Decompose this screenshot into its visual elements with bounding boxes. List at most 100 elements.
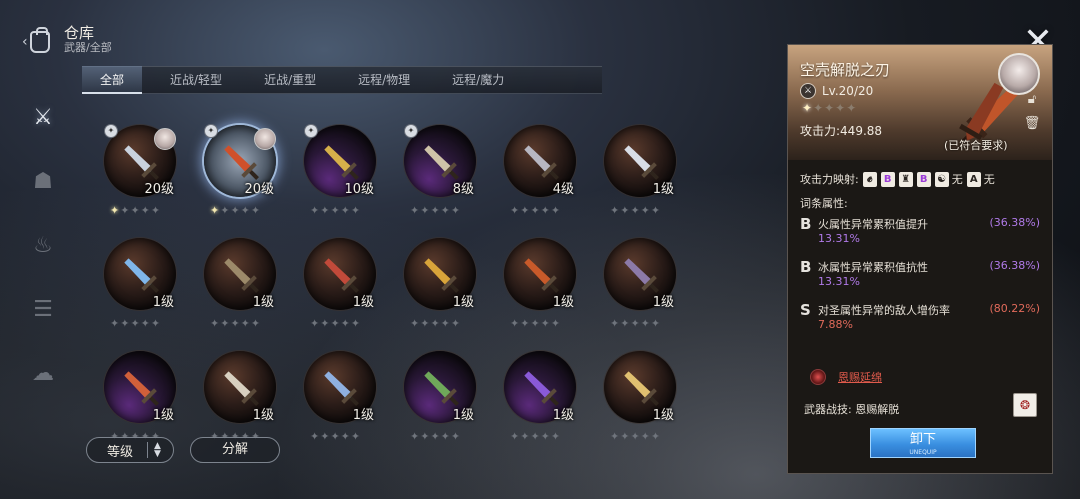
star-empty-icon: ✦ <box>450 204 462 217</box>
grade-b: B <box>916 171 931 187</box>
star-empty-icon: ✦ <box>530 430 541 443</box>
level-icon: ⚔ <box>800 83 816 99</box>
cloud-icon[interactable]: ☁ <box>26 356 60 390</box>
equipped-badge-icon: ✦ <box>404 124 418 138</box>
star-rating: ✦✦✦✦✦ <box>510 317 561 330</box>
weapon-slot[interactable]: 1级✦✦✦✦✦ <box>400 233 480 333</box>
star-empty-icon: ✦ <box>430 204 441 217</box>
weapon-slot[interactable]: 1级✦✦✦✦✦ <box>300 233 380 333</box>
trash-icon[interactable]: 🗑︎ <box>1022 116 1042 134</box>
weapon-slot[interactable]: ✦ 20级 ✦✦✦✦✦ <box>200 120 280 220</box>
star-empty-icon: ✦ <box>650 204 662 217</box>
star-empty-icon: ✦ <box>530 317 541 330</box>
blessing-icon <box>810 369 826 385</box>
affix-value: 13.31% <box>818 275 860 288</box>
weapon-slot[interactable]: 1级✦✦✦✦✦ <box>100 346 180 446</box>
affix-range: (36.38%) <box>989 259 1040 272</box>
back-button[interactable]: ‹ <box>22 27 58 56</box>
unequip-button[interactable]: 卸下 UNEQUIP <box>870 428 976 458</box>
star-empty-icon: ✦ <box>620 430 631 443</box>
decompose-button[interactable]: 分解 <box>190 437 280 463</box>
unlock-icon[interactable]: 🔓︎ <box>1022 92 1042 110</box>
star-empty-icon: ✦ <box>320 430 331 443</box>
affix-name: 冰属性异常累积值抗性 <box>818 261 928 274</box>
star-empty-icon: ✦ <box>430 317 441 330</box>
requirement-status: (已符合要求) <box>944 139 1008 152</box>
weapon-slot[interactable]: 1级✦✦✦✦✦ <box>600 233 680 333</box>
weapon-level: 20级 <box>144 182 174 197</box>
blessing-link[interactable]: 恩赐延绵 <box>838 369 882 385</box>
weapon-slot[interactable]: 4级 ✦✦✦✦✦ <box>500 120 580 220</box>
skill-icon[interactable]: ❂ <box>1013 393 1037 417</box>
tab-all[interactable]: 全部 <box>82 66 143 94</box>
star-rating: ✦✦✦✦✦ <box>610 430 661 443</box>
weapon-level: 1级 <box>152 295 174 310</box>
weapon-slot[interactable]: ✦ 20级 ✦✦✦✦✦ <box>100 120 180 220</box>
helmet-icon[interactable]: ☗ <box>26 164 60 198</box>
affix-row: B 火属性异常累积值提升 (36.38%) 13.31% <box>800 215 1046 255</box>
weapon-slot[interactable]: 1级✦✦✦✦✦ <box>400 346 480 446</box>
weapon-slot[interactable]: 1级✦✦✦✦✦ <box>500 346 580 446</box>
weapon-slot[interactable]: ✦ 10级 ✦✦✦✦✦ <box>300 120 380 220</box>
weapon-slot[interactable]: ✦ 8级 ✦✦✦✦✦ <box>400 120 480 220</box>
star-empty-icon: ✦ <box>610 317 621 330</box>
star-empty-icon: ✦ <box>120 204 131 217</box>
star-empty-icon: ✦ <box>650 317 662 330</box>
star-rating: ✦✦✦✦✦ <box>210 317 261 330</box>
star-rating: ✦✦✦✦✦ <box>210 204 261 217</box>
scroll-icon[interactable]: ☰ <box>26 292 60 326</box>
star-empty-icon: ✦ <box>550 430 562 443</box>
brain-icon: ☯ <box>934 171 949 187</box>
crossed-swords-icon[interactable]: ⚔ <box>26 100 60 134</box>
weapon-slot[interactable]: 1级✦✦✦✦✦ <box>600 346 680 446</box>
star-empty-icon: ✦ <box>630 430 641 443</box>
star-empty-icon: ✦ <box>440 204 451 217</box>
star-empty-icon: ✦ <box>250 204 262 217</box>
star-empty-icon: ✦ <box>410 204 421 217</box>
star-empty-icon: ✦ <box>330 317 341 330</box>
star-empty-icon: ✦ <box>510 204 521 217</box>
tab-melee-heavy[interactable]: 近战/重型 <box>250 66 330 94</box>
star-rating: ✦✦✦✦✦ <box>510 204 561 217</box>
tab-ranged-physical[interactable]: 远程/物理 <box>344 66 424 94</box>
affix-range: (80.22%) <box>989 302 1040 315</box>
flame-letter-icon: A <box>966 171 981 187</box>
tab-melee-light[interactable]: 近战/轻型 <box>156 66 236 94</box>
weapon-slot[interactable]: 1级✦✦✦✦✦ <box>100 233 180 333</box>
weapon-slot[interactable]: 1级✦✦✦✦✦ <box>500 233 580 333</box>
star-empty-icon: ✦ <box>230 317 241 330</box>
weapon-level: 20级 <box>244 182 274 197</box>
weapon-slot[interactable]: 1级✦✦✦✦✦ <box>300 346 380 446</box>
star-empty-icon: ✦ <box>220 317 231 330</box>
weapon-level: 1级 <box>352 408 374 423</box>
affix-range: (36.38%) <box>989 216 1040 229</box>
weapon-slot[interactable]: 1级✦✦✦✦✦ <box>200 346 280 446</box>
weapon-slot[interactable]: 1级✦✦✦✦✦ <box>200 233 280 333</box>
star-lit-icon: ✦ <box>110 204 121 217</box>
tab-ranged-magic[interactable]: 远程/魔力 <box>438 66 518 94</box>
weapon-level: 1级 <box>652 182 674 197</box>
star-empty-icon: ✦ <box>620 317 631 330</box>
weapon-stars: ✦✦✦✦✦ <box>802 101 858 115</box>
boot-icon: ♜ <box>898 171 913 187</box>
weapon-grid: ✦ 20级 ✦✦✦✦✦ ✦ 20级 ✦✦✦✦✦ ✦ 10级 ✦✦✦✦✦ ✦ 8级 ✦✦✦✦✦ 4级 ✦✦✦… <box>100 120 700 443</box>
bag-icon <box>29 27 50 53</box>
star-empty-icon: ✦ <box>110 317 121 330</box>
star-empty-icon: ✦ <box>140 204 151 217</box>
grade-b: B <box>880 171 895 187</box>
weapon-slot[interactable]: 1级✦✦✦✦✦ <box>600 120 680 220</box>
star-rating: ✦✦✦✦✦ <box>310 317 361 330</box>
sort-dropdown[interactable]: 等级 ▲ ▼ <box>86 437 174 463</box>
weapon-level: 4级 <box>552 182 574 197</box>
filter-tabs: 全部 近战/轻型 近战/重型 远程/物理 远程/魔力 <box>82 66 602 94</box>
star-empty-icon: ✦ <box>430 430 441 443</box>
star-empty-icon: ✦ <box>630 317 641 330</box>
star-empty-icon: ✦ <box>610 430 621 443</box>
grade-none: 无 <box>983 173 995 186</box>
star-empty-icon: ✦ <box>450 317 462 330</box>
star-lit-icon: ✦ <box>210 204 221 217</box>
flame-icon[interactable]: ♨ <box>26 228 60 262</box>
affix-tier: S <box>800 301 811 319</box>
weapon-level: 10级 <box>344 182 374 197</box>
star-empty-icon: ✦ <box>610 204 621 217</box>
